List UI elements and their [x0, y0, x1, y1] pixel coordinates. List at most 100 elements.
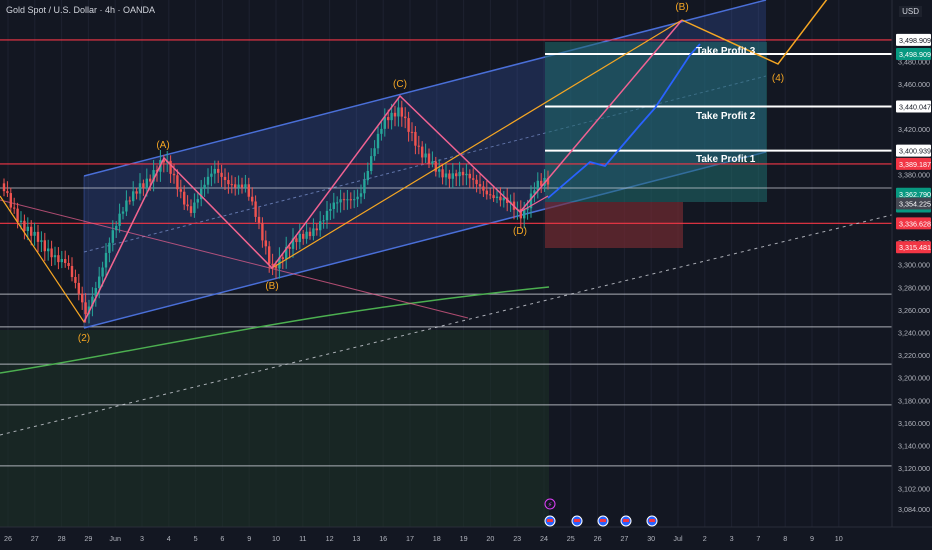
candle-body	[264, 240, 267, 247]
candle-body	[74, 277, 77, 283]
candle-body	[339, 199, 342, 203]
economic-event-flag-stripe	[547, 519, 553, 522]
candle-body	[417, 145, 420, 147]
candle-body	[6, 191, 9, 194]
price-chart[interactable]: (A) (B) (C) (D) (B) (2) (4) Take Profit 3 Take P…	[0, 0, 932, 550]
candle-body	[359, 193, 363, 197]
candle-body	[366, 170, 369, 181]
time-tick-label: 12	[326, 534, 334, 543]
candle-body	[390, 112, 393, 121]
candle-body	[36, 231, 40, 242]
candle-body	[213, 168, 216, 174]
candle-body	[322, 220, 325, 222]
economic-event-flag-stripe	[574, 519, 580, 522]
candle-body	[305, 231, 308, 239]
candle-body	[257, 216, 261, 223]
candle-body	[98, 276, 101, 289]
candle-body	[482, 186, 485, 191]
candle-body	[128, 200, 131, 202]
candle-body	[346, 199, 349, 201]
price-tick-label: 3,260.000	[898, 306, 930, 315]
price-tick-label: 3,120.000	[898, 464, 930, 473]
candle-body	[227, 180, 230, 185]
candle-body	[108, 242, 111, 253]
price-badge-label: 3,389.187	[899, 160, 931, 169]
time-tick-label: 13	[352, 534, 360, 543]
candle-body	[172, 173, 176, 176]
time-tick-label: 28	[58, 534, 66, 543]
candle-body	[220, 172, 223, 177]
candle-body	[33, 231, 36, 236]
wave-label: (B)	[265, 281, 278, 292]
candle-body	[448, 173, 451, 179]
candle-body	[353, 199, 356, 201]
candle-body	[438, 169, 441, 172]
time-tick-label: 6	[220, 534, 224, 543]
candle-body	[125, 200, 128, 212]
candle-body	[101, 267, 104, 277]
time-tick-label: 18	[433, 534, 441, 543]
time-tick-label: 7	[756, 534, 760, 543]
price-tick-label: 3,140.000	[898, 442, 930, 451]
candle-body	[499, 196, 502, 201]
candle-body	[387, 117, 390, 121]
candle-body	[254, 201, 257, 217]
price-badge-label: 3,440.047	[899, 102, 931, 111]
candle-body	[60, 259, 63, 263]
candle-body	[336, 202, 339, 204]
candle-body	[475, 179, 478, 185]
price-badge-label: 3,362.790	[899, 190, 931, 199]
candle-body	[115, 225, 118, 231]
time-tick-label: Jul	[673, 534, 683, 543]
wave-label: (A)	[156, 140, 169, 151]
price-tick-label: 3,084.000	[898, 505, 930, 514]
price-tick-label: 3,300.000	[898, 261, 930, 270]
time-tick-label: 9	[247, 534, 251, 543]
candle-body	[424, 153, 427, 158]
candle-body	[397, 107, 400, 117]
candle-body	[400, 107, 403, 117]
candle-body	[383, 117, 386, 129]
candle-body	[138, 183, 142, 194]
time-tick-label: 9	[810, 534, 814, 543]
stop-zone	[545, 202, 683, 248]
candle-body	[455, 173, 458, 177]
candle-body	[104, 252, 108, 268]
candle-body	[121, 211, 125, 214]
candle-body	[132, 191, 135, 202]
candle-body	[223, 176, 227, 181]
price-badge-label: 3,400.939	[899, 147, 931, 156]
candle-body	[268, 246, 271, 264]
time-tick-label: 2	[703, 534, 707, 543]
candle-body	[217, 168, 220, 173]
candle-body	[57, 255, 60, 263]
candle-body	[240, 184, 244, 188]
candle-body	[376, 133, 380, 149]
price-tick-label: 3,240.000	[898, 329, 930, 338]
candle-body	[9, 193, 12, 208]
price-badge-label: 3,315.481	[899, 243, 931, 252]
currency-label[interactable]: USD	[899, 6, 922, 17]
candle-body	[485, 190, 488, 195]
candle-body	[118, 213, 121, 226]
event-bolt-glyph: ⚡	[548, 501, 553, 509]
candle-body	[302, 233, 305, 239]
price-badge-label: 3,354.225	[899, 199, 931, 208]
price-tick-label: 3,280.000	[898, 283, 930, 292]
candle-body	[325, 210, 329, 221]
time-tick-label: 16	[379, 534, 387, 543]
candle-body	[380, 128, 383, 134]
candle-body	[67, 262, 70, 266]
take-profit-label: Take Profit 1	[696, 154, 756, 165]
time-tick-label: 27	[620, 534, 628, 543]
candle-body	[23, 220, 26, 232]
candle-body	[142, 183, 145, 189]
candle-body	[237, 184, 240, 188]
candle-body	[169, 160, 172, 174]
candle-body	[342, 199, 346, 201]
candle-body	[64, 259, 67, 263]
candle-body	[81, 293, 84, 303]
candle-body	[444, 173, 448, 178]
time-tick-label: 10	[835, 534, 843, 543]
candle-body	[492, 195, 495, 199]
